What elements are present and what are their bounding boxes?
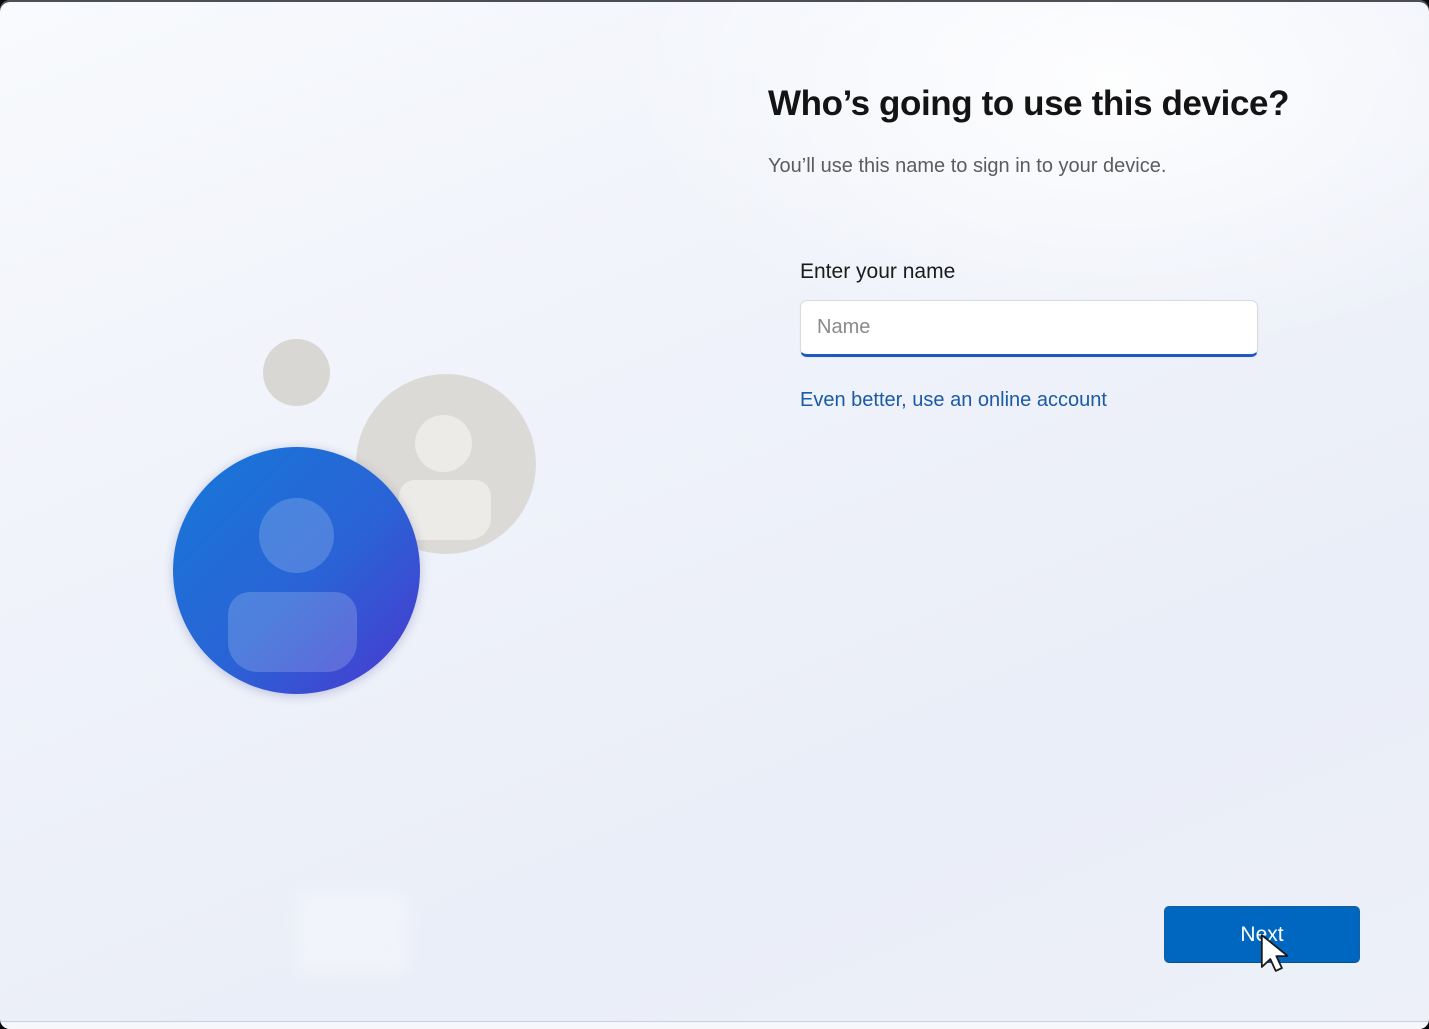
person-shoulders: [228, 592, 357, 672]
name-label: Enter your name: [800, 260, 956, 283]
oobe-setup-window: Who’s going to use this device? You’ll u…: [0, 0, 1429, 1029]
next-button[interactable]: Next: [1164, 906, 1360, 963]
online-account-link[interactable]: Even better, use an online account: [800, 389, 1107, 412]
person-icon: [415, 415, 472, 472]
page-title: Who’s going to use this device?: [768, 84, 1290, 123]
avatar-primary: [173, 447, 420, 694]
person-icon: [259, 498, 334, 573]
avatar-dot-circle: [263, 339, 330, 406]
background-highlight: [297, 892, 409, 974]
name-input[interactable]: [800, 300, 1258, 357]
page-subtitle: You’ll use this name to sign in to your …: [768, 155, 1167, 177]
window-bottom-edge: [0, 1021, 1429, 1029]
